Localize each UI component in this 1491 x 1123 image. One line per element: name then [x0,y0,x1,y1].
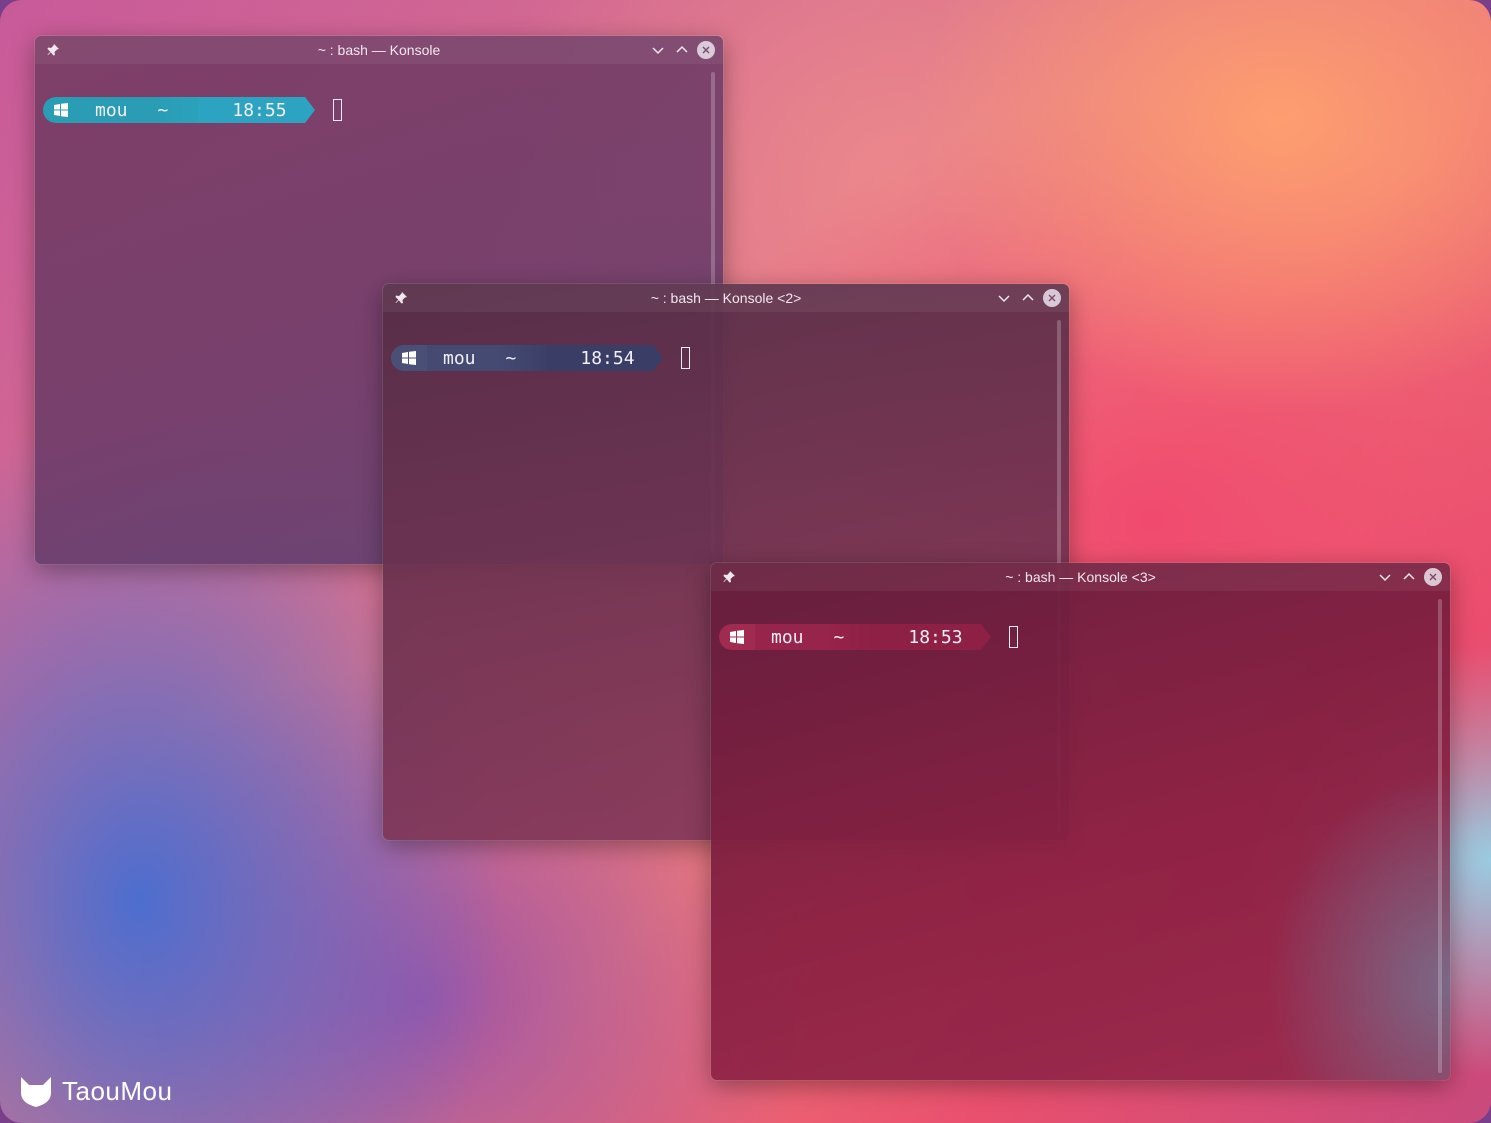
window-titlebar[interactable]: ~ : bash — Konsole <2> [383,284,1069,312]
prompt-user: mou [427,345,498,371]
close-button[interactable] [697,41,715,59]
brand-name: TaouMou [62,1075,173,1106]
shell-prompt: mou ~ 18:55 [43,97,342,123]
maximize-button[interactable] [1019,289,1037,307]
prompt-arrow [304,97,315,123]
window-title: ~ : bash — Konsole <2> [650,290,802,306]
prompt-arrow [980,624,991,650]
terminal-cursor [680,347,690,369]
brand-watermark: TaouMou [18,1072,172,1110]
prompt-time: 18:54 [546,345,653,371]
chevron-up-icon [1403,572,1415,580]
window-titlebar[interactable]: ~ : bash — Konsole [35,36,723,64]
windows-logo-icon [730,630,744,644]
chevron-down-icon [652,47,664,55]
windows-logo-icon [402,351,416,365]
close-button[interactable] [1043,289,1061,307]
prompt-user: mou [79,97,150,123]
minimize-button[interactable] [995,289,1013,307]
close-icon [702,46,710,54]
terminal-cursor [1008,626,1018,648]
prompt-os-segment [43,97,79,123]
shell-prompt: mou ~ 18:53 [719,624,1018,650]
window-title: ~ : bash — Konsole [317,42,441,58]
prompt-os-segment [391,345,427,371]
scrollbar[interactable] [1438,599,1442,1073]
maximize-button[interactable] [1400,568,1418,586]
prompt-user: mou [755,624,826,650]
terminal-cursor [332,99,342,121]
konsole-window-3[interactable]: ~ : bash — Konsole <3> mou ~ 18:53 [711,563,1450,1080]
shell-prompt: mou ~ 18:54 [391,345,690,371]
close-icon [1429,573,1437,581]
prompt-dir: ~ [149,97,199,123]
minimize-button[interactable] [1376,568,1394,586]
maximize-button[interactable] [673,41,691,59]
chevron-up-icon [676,45,688,53]
prompt-time: 18:53 [874,624,981,650]
window-titlebar[interactable]: ~ : bash — Konsole <3> [711,563,1450,591]
windows-logo-icon [54,103,68,117]
fox-logo-icon [21,1077,51,1107]
minimize-button[interactable] [649,41,667,59]
close-icon [1048,294,1056,302]
chevron-down-icon [998,295,1010,303]
window-title: ~ : bash — Konsole <3> [1005,569,1156,585]
prompt-os-segment [719,624,755,650]
chevron-down-icon [1379,574,1391,582]
close-button[interactable] [1424,568,1442,586]
chevron-up-icon [1022,293,1034,301]
prompt-dir: ~ [497,345,547,371]
prompt-dir: ~ [825,624,875,650]
prompt-time: 18:55 [198,97,305,123]
prompt-arrow [652,345,663,371]
